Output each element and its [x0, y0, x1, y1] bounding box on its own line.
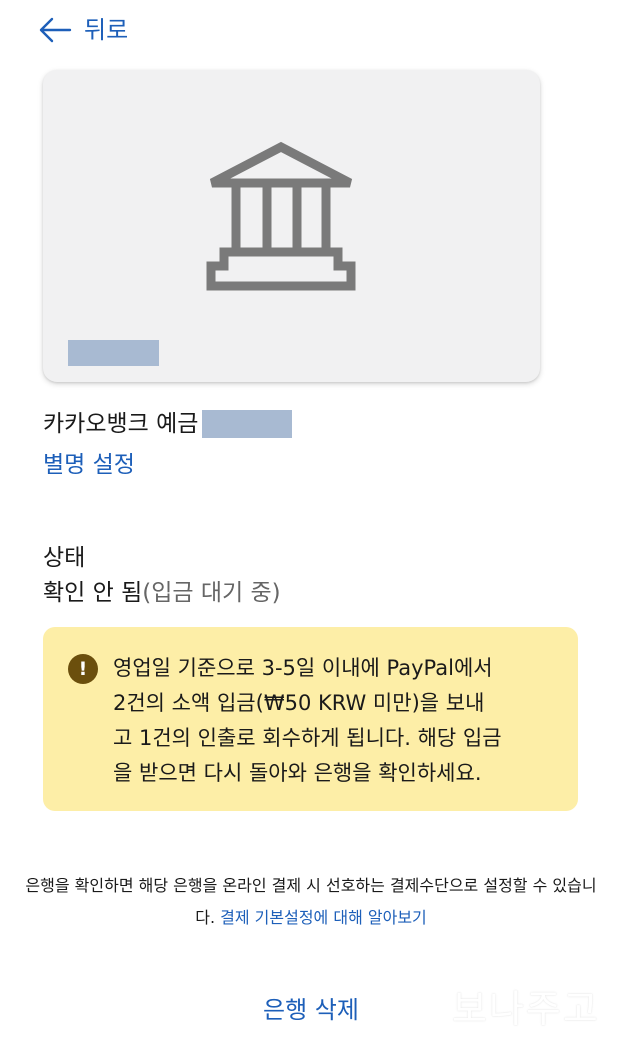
delete-bank-button[interactable]: 은행 삭제 — [0, 993, 622, 1027]
footer-info: 은행을 확인하면 해당 은행을 온라인 결제 시 선호하는 결제수단으로 설정할… — [20, 870, 602, 934]
verification-notice: ! 영업일 기준으로 3-5일 이내에 PayPal에서 2건의 소액 입금(₩… — [43, 627, 578, 811]
bank-card — [43, 70, 540, 382]
warning-icon: ! — [68, 654, 98, 684]
back-label: 뒤로 — [84, 16, 129, 44]
redacted-account-suffix — [202, 410, 293, 438]
bank-detail-page: 뒤로 카카오뱅크 예금 별명 설정 상태 확인 안 됨(입금 대기 중) ! 영… — [0, 0, 622, 1046]
bank-name: 카카오뱅크 예금 — [43, 411, 199, 437]
bank-name-row: 카카오뱅크 예금 — [43, 408, 293, 440]
notice-text: 영업일 기준으로 3-5일 이내에 PayPal에서 2건의 소액 입금(₩50… — [113, 656, 502, 785]
status-value: 확인 안 됨(입금 대기 중) — [43, 578, 281, 608]
set-nickname-link[interactable]: 별명 설정 — [43, 450, 135, 480]
bank-icon — [206, 141, 356, 291]
arrow-left-icon — [39, 17, 72, 43]
status-sub: (입금 대기 중) — [142, 580, 281, 606]
back-button[interactable]: 뒤로 — [38, 14, 128, 46]
redacted-account-number — [68, 340, 159, 366]
status-label: 상태 — [43, 545, 86, 571]
payment-preferences-link[interactable]: 결제 기본설정에 대해 알아보기 — [220, 908, 427, 927]
status-main: 확인 안 됨 — [43, 580, 143, 606]
